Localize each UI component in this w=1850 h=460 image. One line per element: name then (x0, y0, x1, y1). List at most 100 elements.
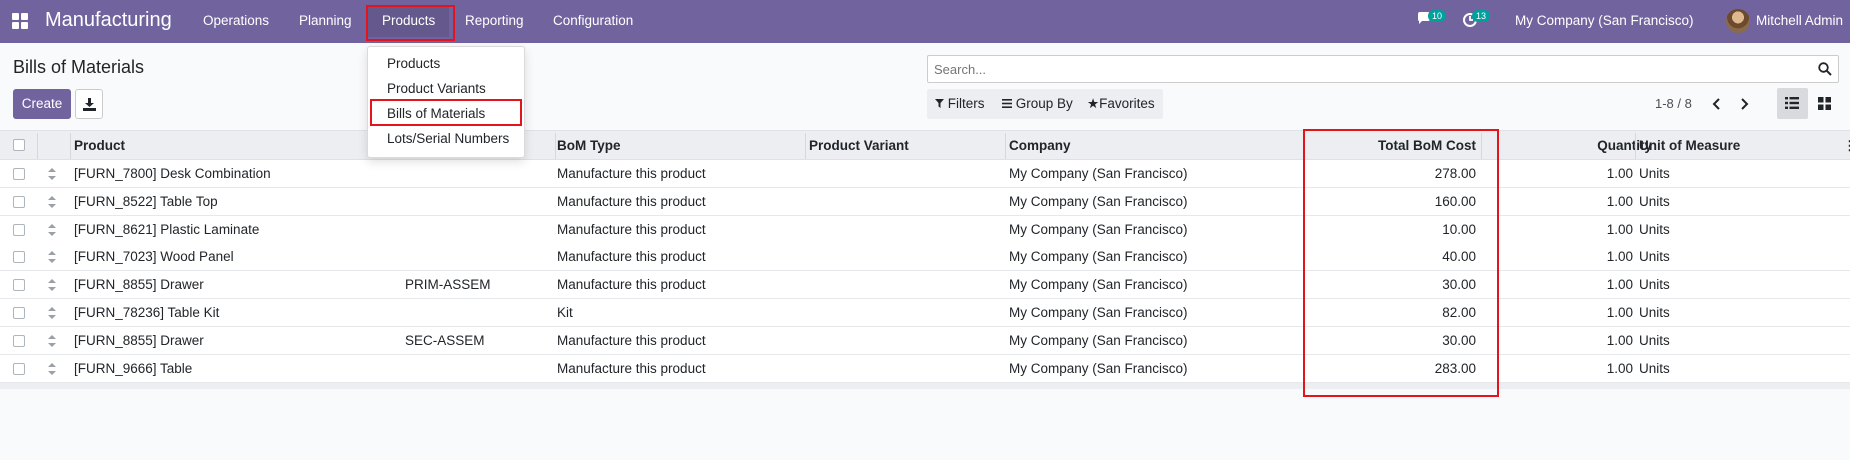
group-by-icon (1002, 99, 1012, 108)
row-checkbox[interactable] (13, 307, 25, 319)
list-footer (0, 383, 1850, 389)
highlight-total-bom-cost-column (1303, 129, 1499, 397)
drag-handle-icon[interactable] (47, 279, 57, 292)
cell-company: My Company (San Francisco) (1009, 221, 1188, 237)
company-switcher[interactable]: My Company (San Francisco) (1515, 13, 1694, 56)
column-company[interactable]: Company (1009, 138, 1071, 153)
table-row[interactable]: [FURN_8855] Drawer PRIM-ASSEM Manufacture … (0, 271, 1850, 300)
row-checkbox[interactable] (13, 195, 25, 208)
optional-columns-toggle[interactable]: ⋮ (1843, 138, 1850, 154)
column-quantity[interactable]: Quantity (1481, 138, 1652, 153)
cell-company: My Company (San Francisco) (1009, 305, 1188, 320)
cell-product: [FURN_8621] Plastic Laminate (74, 221, 260, 237)
filter-icon (935, 99, 944, 108)
cell-product: [FURN_8855] Drawer (74, 332, 204, 348)
menu-planning[interactable]: Planning (299, 13, 352, 28)
list-view-button[interactable] (1777, 88, 1808, 119)
cell-unit-of-measure: Units (1639, 249, 1670, 265)
star-icon: ★ (1087, 96, 1100, 111)
drag-handle-icon[interactable] (47, 362, 57, 375)
favorites-button[interactable]: ★Favorites (1087, 96, 1155, 112)
row-checkbox[interactable] (13, 251, 25, 264)
cell-unit-of-measure: Units (1639, 277, 1670, 293)
cell-bom-type: Manufacture this product (557, 360, 706, 376)
cell-quantity: 1.00 (1606, 166, 1633, 181)
messages-badge: 10 (1428, 10, 1447, 22)
search-options-bar: Filters Group By ★Favorites (927, 89, 1163, 119)
user-menu[interactable]: Mitchell Admin (1756, 13, 1843, 56)
cell-company: My Company (San Francisco) (1009, 166, 1188, 181)
cell-company: My Company (San Francisco) (1009, 249, 1188, 265)
column-product-variant[interactable]: Product Variant (809, 138, 909, 153)
search-input[interactable] (934, 62, 1794, 77)
dropdown-item-lots-serial-numbers[interactable]: Lots/Serial Numbers (387, 131, 509, 146)
cell-quantity: 1.00 (1606, 305, 1633, 320)
user-avatar[interactable] (1726, 9, 1750, 33)
row-checkbox[interactable] (13, 223, 25, 236)
cell-quantity: 1.00 (1606, 249, 1633, 265)
search-icon[interactable] (1818, 62, 1832, 76)
top-navbar: Manufacturing Operations Planning Produc… (0, 0, 1850, 43)
cell-quantity: 1.00 (1606, 277, 1633, 293)
download-button[interactable] (75, 89, 103, 119)
column-unit-of-measure[interactable]: Unit of Measure (1639, 138, 1740, 153)
cell-bom-type: Manufacture this product (557, 193, 706, 209)
table-row[interactable]: [FURN_8621] Plastic Laminate Manufacture … (0, 215, 1850, 244)
pager-next-icon[interactable] (1737, 97, 1751, 111)
row-checkbox[interactable] (13, 334, 25, 347)
drag-handle-icon[interactable] (47, 307, 57, 319)
table-row[interactable]: [FURN_7023] Wood Panel Manufacture this p… (0, 243, 1850, 272)
table-row[interactable]: [FURN_8522] Table Top Manufacture this pr… (0, 187, 1850, 216)
cell-product: [FURN_8855] Drawer (74, 277, 204, 293)
filters-button[interactable]: Filters (935, 96, 985, 111)
table-row[interactable]: [FURN_9666] Table Manufacture this produc… (0, 354, 1850, 383)
cell-bom-type: Manufacture this product (557, 166, 706, 181)
cell-bom-type: Kit (557, 305, 573, 320)
column-bom-type[interactable]: BoM Type (557, 138, 621, 153)
create-button[interactable]: Create (13, 89, 71, 119)
drag-handle-icon[interactable] (47, 195, 57, 208)
row-checkbox[interactable] (13, 279, 25, 292)
cell-product: [FURN_7800] Desk Combination (74, 166, 271, 181)
app-name[interactable]: Manufacturing (45, 9, 172, 32)
cell-bom-type: Manufacture this product (557, 249, 706, 265)
drag-handle-icon[interactable] (47, 251, 57, 264)
list-header: Product BoM Type Product Variant Company… (0, 130, 1850, 160)
cell-bom-type: Manufacture this product (557, 332, 706, 348)
cell-company: My Company (San Francisco) (1009, 193, 1188, 209)
drag-handle-icon[interactable] (47, 334, 57, 347)
dropdown-item-product-variants[interactable]: Product Variants (387, 81, 486, 96)
cell-bom-type: Manufacture this product (557, 221, 706, 237)
pager-value[interactable]: 1-8 / 8 (1655, 96, 1692, 111)
column-product[interactable]: Product (74, 138, 125, 153)
menu-operations[interactable]: Operations (203, 13, 269, 28)
menu-configuration[interactable]: Configuration (553, 13, 633, 28)
row-checkbox[interactable] (13, 168, 25, 180)
cell-bom-type: Manufacture this product (557, 277, 706, 293)
highlight-products-menu (366, 5, 455, 41)
pager-previous-icon[interactable] (1710, 97, 1724, 111)
table-row[interactable]: [FURN_78236] Table Kit Kit My Company (San… (0, 299, 1850, 327)
kanban-view-button[interactable] (1809, 88, 1840, 119)
kanban-view-icon (1818, 97, 1831, 110)
cell-quantity: 1.00 (1606, 221, 1633, 237)
dropdown-item-products[interactable]: Products (387, 56, 440, 71)
activities-badge: 13 (1472, 10, 1491, 22)
cell-quantity: 1.00 (1606, 193, 1633, 209)
cell-unit-of-measure: Units (1639, 305, 1670, 320)
cell-unit-of-measure: Units (1639, 332, 1670, 348)
cell-product: [FURN_9666] Table (74, 360, 193, 376)
menu-reporting[interactable]: Reporting (465, 13, 524, 28)
search-box[interactable] (927, 55, 1839, 83)
drag-handle-icon[interactable] (47, 223, 57, 236)
row-checkbox[interactable] (13, 362, 25, 375)
cell-unit-of-measure: Units (1639, 360, 1670, 376)
app-switcher-icon[interactable] (12, 13, 30, 31)
select-all-checkbox[interactable] (13, 139, 25, 151)
drag-handle-icon[interactable] (47, 168, 57, 180)
group-by-button[interactable]: Group By (1002, 96, 1073, 111)
table-row[interactable]: [FURN_7800] Desk Combination Manufacture … (0, 160, 1850, 188)
cell-product: [FURN_78236] Table Kit (74, 305, 220, 320)
cell-company: My Company (San Francisco) (1009, 277, 1188, 293)
table-row[interactable]: [FURN_8855] Drawer SEC-ASSEM Manufacture t… (0, 326, 1850, 355)
